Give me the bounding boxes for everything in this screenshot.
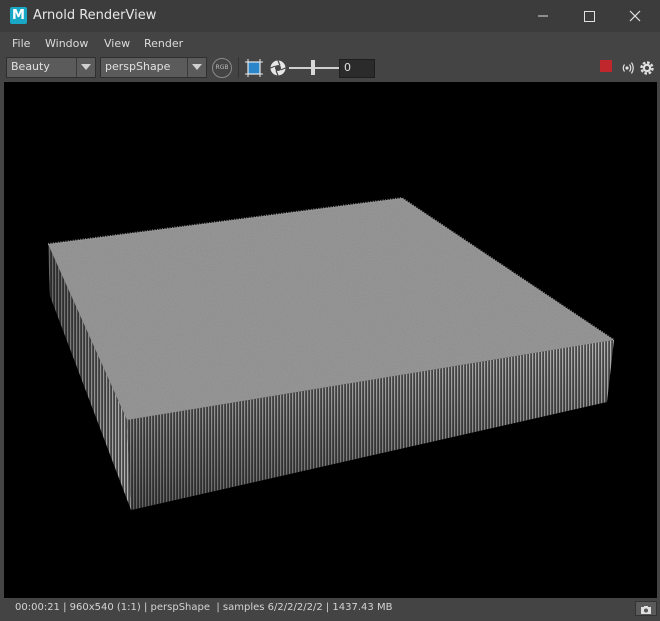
- rendered-fur-slab: [47, 196, 615, 510]
- camera-icon: [641, 606, 651, 614]
- chevron-down-icon: [81, 64, 91, 70]
- maximize-icon: [584, 11, 595, 22]
- menu-render[interactable]: Render: [144, 37, 183, 50]
- menu-bar: File Window View Render: [0, 32, 660, 54]
- close-button[interactable]: [612, 0, 658, 32]
- exposure-button[interactable]: [268, 58, 288, 78]
- render-status-text: 00:00:21 | 960x540 (1:1) | perspShape | …: [15, 602, 393, 613]
- crop-region-icon: [245, 59, 263, 77]
- title-bar[interactable]: M Arnold RenderView: [0, 0, 660, 32]
- camera-dropdown-arrow[interactable]: [187, 58, 206, 77]
- snapshot-button[interactable]: [635, 601, 657, 616]
- render-viewport[interactable]: [4, 82, 657, 598]
- menu-window[interactable]: Window: [45, 37, 88, 50]
- rgb-channels-icon: RGB: [215, 64, 229, 71]
- camera-dropdown-value: perspShape: [105, 60, 171, 73]
- window-title: Arnold RenderView: [33, 8, 157, 23]
- live-update-button[interactable]: [617, 58, 637, 78]
- minimize-icon: [538, 15, 548, 17]
- exposure-aperture-icon: [270, 60, 286, 76]
- crop-region-button[interactable]: [244, 58, 264, 78]
- maya-app-icon: M: [10, 7, 27, 24]
- toolbar-divider: [238, 57, 239, 78]
- rgb-channels-button[interactable]: RGB: [212, 58, 232, 78]
- chevron-down-icon: [192, 64, 202, 70]
- exposure-value: 0: [344, 61, 351, 74]
- exposure-slider-handle[interactable]: [311, 60, 315, 75]
- close-icon: [629, 10, 641, 22]
- settings-gear-icon: [640, 61, 654, 75]
- status-bar: 00:00:21 | 960x540 (1:1) | perspShape | …: [0, 598, 660, 620]
- aov-dropdown[interactable]: Beauty: [6, 57, 96, 78]
- camera-dropdown[interactable]: perspShape: [100, 57, 207, 78]
- maximize-button[interactable]: [566, 0, 612, 32]
- settings-button[interactable]: [637, 58, 657, 78]
- aov-dropdown-arrow[interactable]: [76, 58, 95, 77]
- live-update-icon: [622, 62, 634, 74]
- menu-view[interactable]: View: [104, 37, 130, 50]
- aov-dropdown-value: Beauty: [11, 60, 50, 73]
- menu-file[interactable]: File: [12, 37, 30, 50]
- exposure-value-field[interactable]: 0: [339, 59, 375, 78]
- minimize-button[interactable]: [520, 0, 566, 32]
- stop-render-icon[interactable]: [600, 60, 612, 72]
